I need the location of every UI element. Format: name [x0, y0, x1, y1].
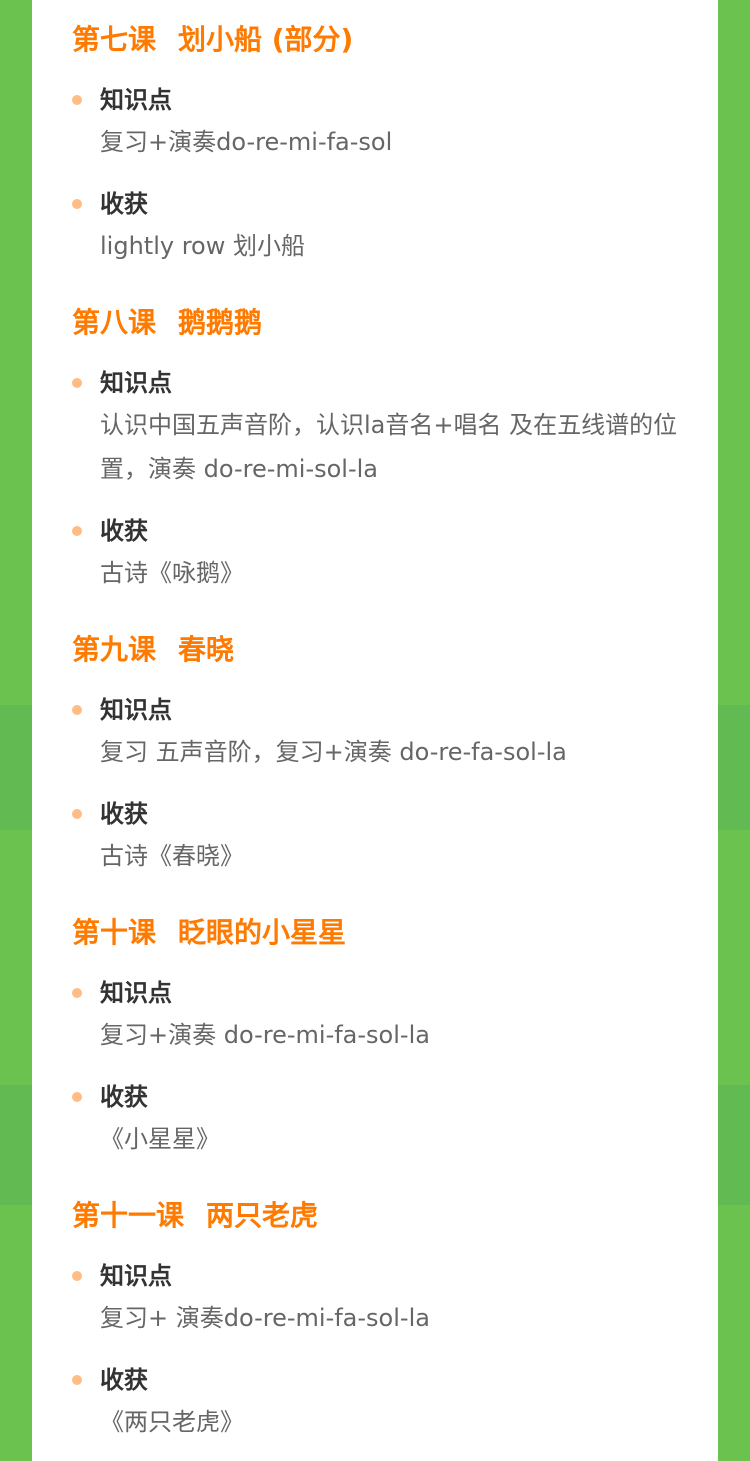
item-label: 知识点: [100, 696, 172, 724]
item-text: 复习+ 演奏do-re-mi-fa-sol-la: [100, 1304, 430, 1332]
knowledge-item: 知识点复习+ 演奏do-re-mi-fa-sol-la: [72, 1256, 718, 1340]
item-label: 收获: [100, 517, 148, 545]
gain-item: 收获 《两只老虎》: [72, 1360, 718, 1444]
item-text: 《小星星》: [100, 1125, 220, 1153]
course-card: 第七课 划小船 (部分) 知识点 复习+演奏do-re-mi-fa-sol 收获 li…: [32, 0, 718, 1461]
item-label: 收获: [100, 1083, 148, 1111]
lesson-title: 第七课 划小船 (部分): [72, 20, 718, 60]
lesson-title: 第八课 鹅鹅鹅: [72, 303, 718, 343]
gain-item: 收获 古诗《咏鹅》: [72, 511, 718, 595]
item-text: 复习+演奏do-re-mi-fa-sol: [100, 128, 393, 156]
lesson-section: 第八课 鹅鹅鹅 知识点认识中国五声音阶，认识la音名+唱名 及在五线谱的位置，演奏…: [72, 303, 718, 595]
bullet-dot-icon: [72, 95, 82, 105]
item-label: 收获: [100, 1366, 148, 1394]
lesson-number: 第七课: [72, 23, 157, 56]
knowledge-item: 知识点复习+演奏do-re-mi-fa-sol: [72, 80, 718, 164]
lesson-section: 第十课 眨眼的小星星 知识点复习+演奏 do-re-mi-fa-sol-la 收获…: [72, 913, 718, 1161]
item-label: 收获: [100, 190, 148, 218]
lesson-section: 第十一课 两只老虎 知识点复习+ 演奏do-re-mi-fa-sol-la 收获《…: [72, 1196, 718, 1444]
item-label: 知识点: [100, 86, 172, 114]
lesson-number: 第十课: [72, 916, 157, 949]
knowledge-item: 知识点认识中国五声音阶，认识la音名+唱名 及在五线谱的位置，演奏 do-re-…: [72, 363, 718, 491]
lesson-list: 第七课 划小船 (部分) 知识点 复习+演奏do-re-mi-fa-sol 收获 li…: [32, 0, 718, 1444]
bullet-dot-icon: [72, 705, 82, 715]
knowledge-item: 知识点复习+演奏 do-re-mi-fa-sol-la: [72, 973, 718, 1057]
lesson-number: 第十一课: [72, 1199, 185, 1232]
bullet-dot-icon: [72, 1271, 82, 1281]
lesson-number: 第九课: [72, 633, 157, 666]
bullet-dot-icon: [72, 199, 82, 209]
knowledge-item: 知识点复习 五声音阶，复习+演奏 do-re-fa-sol-la: [72, 690, 718, 774]
item-label: 知识点: [100, 979, 172, 1007]
lesson-name: 两只老虎: [206, 1199, 319, 1232]
lesson-name: 划小船 (部分): [178, 23, 354, 56]
lesson-section: 第七课 划小船 (部分) 知识点复习+演奏do-re-mi-fa-sol 收获 li…: [72, 20, 718, 268]
item-text: 《两只老虎》: [100, 1408, 244, 1436]
item-label: 知识点: [100, 1262, 172, 1290]
lesson-number: 第八课: [72, 306, 157, 339]
item-label: 知识点: [100, 369, 172, 397]
gain-item: 收获 lightly row 划小船: [72, 184, 718, 268]
bullet-dot-icon: [72, 378, 82, 388]
bullet-dot-icon: [72, 988, 82, 998]
bullet-dot-icon: [72, 1375, 82, 1385]
lesson-title: 第九课 春晓: [72, 630, 718, 670]
lesson-section: 第九课 春晓 知识点复习 五声音阶，复习+演奏 do-re-fa-sol-la 收…: [72, 630, 718, 878]
lesson-name: 鹅鹅鹅: [178, 306, 263, 339]
item-label: 收获: [100, 800, 148, 828]
item-text: 古诗《春晓》: [100, 842, 244, 870]
item-text: 复习+演奏 do-re-mi-fa-sol-la: [100, 1021, 430, 1049]
lesson-name: 春晓: [178, 633, 235, 666]
bullet-dot-icon: [72, 526, 82, 536]
gain-item: 收获 古诗《春晓》: [72, 794, 718, 878]
lesson-name: 眨眼的小星星: [178, 916, 347, 949]
item-text: 古诗《咏鹅》: [100, 559, 244, 587]
bullet-dot-icon: [72, 809, 82, 819]
bullet-dot-icon: [72, 1092, 82, 1102]
lesson-title: 第十课 眨眼的小星星: [72, 913, 718, 953]
gain-item: 收获 《小星星》: [72, 1077, 718, 1161]
item-text: 复习 五声音阶，复习+演奏 do-re-fa-sol-la: [100, 738, 567, 766]
item-text: lightly row 划小船: [100, 232, 305, 260]
item-text: 认识中国五声音阶，认识la音名+唱名 及在五线谱的位置，演奏 do-re-mi-…: [100, 411, 678, 483]
lesson-title: 第十一课 两只老虎: [72, 1196, 718, 1236]
